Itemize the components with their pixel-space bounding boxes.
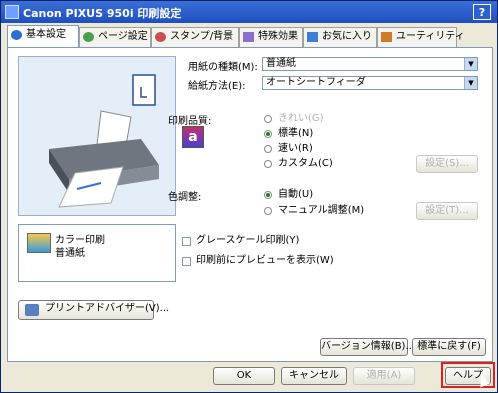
tab-label: ユーティリティ [396, 31, 465, 42]
print-settings-dialog: Canon PIXUS 950i 印刷設定 ? 基本設定 ページ設定 スタンプ/… [0, 0, 498, 393]
paper-source-select[interactable]: オートシートフィーダ ▼ [262, 76, 478, 90]
tab-label: 基本設定 [26, 29, 66, 40]
apply-button[interactable]: 適用(A) [353, 367, 415, 385]
tab-stamp[interactable]: スタンプ/背景 [151, 27, 239, 47]
grayscale-checkbox[interactable]: グレースケール印刷(Y) [182, 234, 299, 248]
radio-dot [264, 145, 272, 153]
summary-paper: 普通紙 [55, 248, 85, 259]
media-type-select[interactable]: 普通紙 ▼ [262, 57, 478, 71]
print-advisor-button[interactable]: プリントアドバイザー(V)... [18, 300, 169, 320]
color-option-auto[interactable]: 自動(U) [264, 188, 313, 202]
tab-label: お気に入り [322, 31, 372, 42]
preview-before-print-checkbox[interactable]: 印刷前にプレビューを表示(W) [182, 254, 334, 268]
window-title: Canon PIXUS 950i 印刷設定 [23, 7, 182, 20]
media-type-value: 普通紙 [266, 58, 296, 69]
radio-dot [264, 191, 272, 199]
paper-source-value: オートシートフィーダ [266, 77, 366, 88]
chevron-down-icon: ▼ [464, 77, 477, 89]
restore-defaults-button[interactable]: 標準に戻す(F) [412, 338, 486, 356]
radio-dot [264, 130, 272, 138]
quality-option-standard[interactable]: 標準(N) [264, 127, 313, 141]
chevron-down-icon: ▼ [464, 58, 477, 70]
quality-icon: a [182, 126, 204, 148]
tab-page-setup[interactable]: ページ設定 [79, 27, 151, 47]
checkbox-label: 印刷前にプレビューを表示(W) [196, 255, 334, 266]
color-settings-button[interactable]: 設定(T)... [416, 202, 478, 220]
media-type-label: 用紙の種類(M): [188, 62, 258, 73]
cancel-button[interactable]: キャンセル [281, 367, 347, 385]
stamp-icon [155, 32, 166, 42]
quality-label: 印刷品質: [168, 116, 212, 127]
utility-icon [381, 32, 392, 42]
radio-dot [264, 160, 272, 168]
basic-settings-icon [11, 30, 22, 40]
favorites-icon [307, 32, 318, 42]
effects-icon [243, 32, 254, 42]
tab-favorites[interactable]: お気に入り [303, 27, 377, 47]
paper-source-label: 給紙方法(E): [188, 81, 246, 92]
quality-option-fast[interactable]: 速い(R) [264, 142, 313, 156]
print-summary-box: カラー印刷 普通紙 [18, 224, 176, 282]
tab-basic[interactable]: 基本設定 [7, 25, 79, 48]
checkbox-box [182, 257, 191, 266]
advisor-label: プリントアドバイザー(V)... [45, 303, 170, 314]
radio-dot [264, 115, 272, 123]
option-label: 標準(N) [278, 128, 314, 139]
checkbox-label: グレースケール印刷(Y) [196, 235, 300, 246]
basic-settings-panel: カラー印刷 普通紙 プリントアドバイザー(V)... 用紙の種類(M): 普通紙… [7, 47, 493, 362]
printer-preview [18, 56, 176, 216]
checkbox-box [182, 237, 191, 246]
page-setup-icon [83, 32, 94, 42]
quality-settings-button[interactable]: 設定(S)... [416, 155, 478, 173]
tab-label: スタンプ/背景 [170, 31, 234, 42]
tab-utility[interactable]: ユーティリティ [377, 27, 465, 47]
advisor-icon [25, 304, 39, 316]
color-adjust-label: 色調整: [168, 192, 202, 203]
title-help-button[interactable]: ? [473, 4, 491, 20]
option-label: きれい(G) [278, 113, 324, 124]
color-print-icon [27, 233, 51, 253]
version-info-button[interactable]: バージョン情報(B)... [320, 338, 415, 356]
option-label: 自動(U) [278, 189, 314, 200]
title-bar: Canon PIXUS 950i 印刷設定 ? [1, 1, 497, 23]
color-option-manual[interactable]: マニュアル調整(M) [264, 204, 364, 218]
ok-button[interactable]: OK [213, 367, 275, 385]
option-label: カスタム(C) [278, 158, 333, 169]
option-label: 速い(R) [278, 143, 313, 154]
tab-label: 特殊効果 [258, 31, 298, 42]
tab-label: ページ設定 [98, 31, 148, 42]
quality-option-fine[interactable]: きれい(G) [264, 112, 324, 126]
quality-option-custom[interactable]: カスタム(C) [264, 157, 333, 171]
tab-effects[interactable]: 特殊効果 [239, 27, 303, 47]
printer-illustration [49, 74, 159, 208]
option-label: マニュアル調整(M) [278, 205, 365, 216]
radio-dot [264, 207, 272, 215]
printer-icon [5, 5, 19, 19]
